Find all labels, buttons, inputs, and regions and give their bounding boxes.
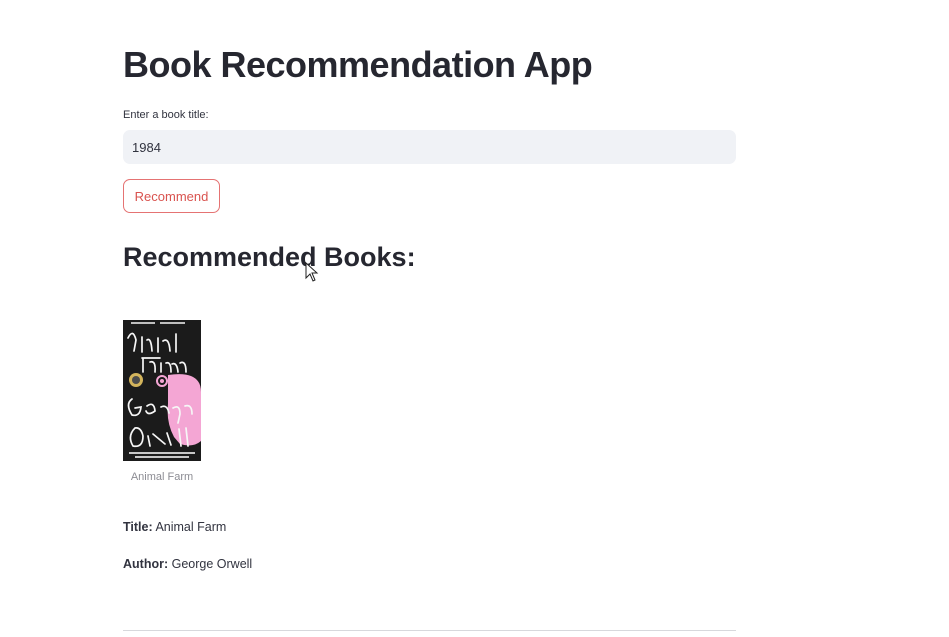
animal-farm-cover-artwork — [123, 320, 201, 461]
book-author-value: George Orwell — [171, 557, 253, 571]
mouse-cursor-icon — [305, 262, 319, 282]
recommended-books-heading: Recommended Books: — [123, 242, 416, 272]
book-title-input-label: Enter a book title: — [123, 109, 209, 121]
section-divider — [123, 630, 736, 631]
page-title: Book Recommendation App — [123, 44, 593, 85]
book-cover-caption: Animal Farm — [130, 471, 194, 483]
book-title-line: Title: Animal Farm — [123, 520, 226, 534]
book-author-line: Author: George Orwell — [123, 557, 252, 571]
recommend-button[interactable]: Recommend — [123, 179, 220, 213]
book-author-key: Author: — [123, 557, 169, 571]
book-title-key: Title: — [123, 520, 153, 534]
book-title-value: Animal Farm — [155, 520, 227, 534]
app-page: Book Recommendation App Enter a book tit… — [0, 0, 949, 637]
book-title-input[interactable] — [123, 130, 736, 164]
book-cover-image — [123, 320, 201, 461]
